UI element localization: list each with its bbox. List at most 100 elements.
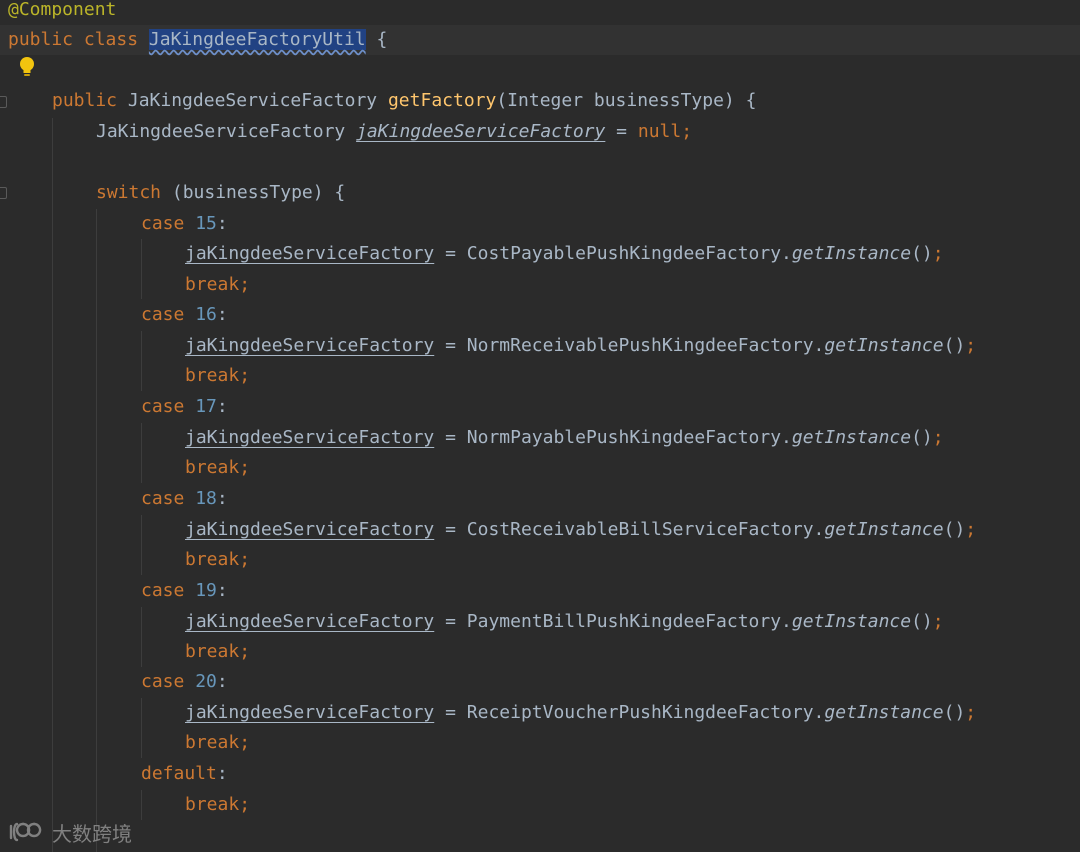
keyword: break (185, 549, 240, 570)
keyword: case (141, 396, 185, 417)
keyword: class (83, 29, 139, 50)
keyword: break (185, 365, 240, 386)
method-call: getInstance (824, 702, 944, 723)
colon: : (216, 213, 228, 234)
colon: : (216, 763, 228, 784)
code-line[interactable]: case 15: (0, 209, 1080, 239)
field-name: jaKingdeeServiceFactory (185, 702, 435, 723)
code-line[interactable]: jaKingdeeServiceFactory = NormPayablePus… (0, 423, 1080, 453)
switch-expr: (businessType) { (161, 182, 346, 203)
field-name: jaKingdeeServiceFactory (185, 519, 435, 540)
return-type: JaKingdeeServiceFactory (127, 90, 378, 111)
semicolon: ; (932, 243, 944, 264)
field-name: jaKingdeeServiceFactory (185, 611, 435, 632)
code-line[interactable]: case 18: (0, 484, 1080, 514)
code-line[interactable]: break; (0, 453, 1080, 483)
number-literal: 19 (195, 580, 217, 601)
colon: : (216, 396, 228, 417)
keyword: public (8, 29, 74, 50)
semicolon: ; (965, 335, 977, 356)
keyword: default (141, 763, 217, 784)
type-name: JaKingdeeServiceFactory (96, 121, 346, 142)
code-line[interactable]: break; (0, 790, 1080, 820)
code-line[interactable]: break; (0, 270, 1080, 300)
code-line[interactable]: case 20: (0, 667, 1080, 697)
class-ref: NormPayablePushKingdeeFactory. (466, 427, 792, 448)
semicolon: ; (932, 611, 944, 632)
code-line[interactable]: case 19: (0, 576, 1080, 606)
keyword: case (141, 580, 185, 601)
parens: () (943, 519, 966, 540)
code-line[interactable]: jaKingdeeServiceFactory = CostPayablePus… (0, 239, 1080, 269)
class-ref: ReceiptVoucherPushKingdeeFactory. (466, 702, 825, 723)
watermark-text: 大数跨境 (52, 821, 132, 846)
code-line[interactable]: @Component (8, 0, 1080, 25)
class-name-selection[interactable]: JaKingdeeFactoryUtil (148, 29, 366, 50)
keyword: break (185, 732, 240, 753)
class-ref: PaymentBillPushKingdeeFactory. (466, 611, 792, 632)
keyword: null (637, 121, 682, 142)
number-literal: 20 (195, 671, 217, 692)
operator: = (434, 611, 467, 632)
operator: = (434, 335, 467, 356)
code-line[interactable]: break; (0, 361, 1080, 391)
brace: { (365, 29, 388, 50)
code-line[interactable]: jaKingdeeServiceFactory = NormReceivable… (0, 331, 1080, 361)
semicolon: ; (239, 794, 251, 815)
semicolon: ; (239, 274, 251, 295)
number-literal: 15 (195, 213, 217, 234)
colon: : (216, 580, 228, 601)
code-line[interactable]: break; (0, 728, 1080, 758)
logo-icon (9, 822, 42, 842)
class-ref: NormReceivablePushKingdeeFactory. (466, 335, 825, 356)
code-line[interactable]: break; (0, 545, 1080, 575)
code-line[interactable]: jaKingdeeServiceFactory = ReceiptVoucher… (0, 698, 1080, 728)
code-line[interactable]: jaKingdeeServiceFactory = PaymentBillPus… (0, 607, 1080, 637)
parens: () (911, 611, 933, 632)
operator: = (434, 243, 467, 264)
keyword: break (185, 274, 240, 295)
field-name: jaKingdeeServiceFactory (185, 335, 435, 356)
keyword: case (141, 488, 185, 509)
code-line[interactable]: public JaKingdeeServiceFactory getFactor… (0, 86, 1080, 116)
code-line[interactable]: JaKingdeeServiceFactory jaKingdeeService… (0, 117, 1080, 147)
parens: () (911, 427, 933, 448)
semicolon: ; (239, 365, 251, 386)
field-name: jaKingdeeServiceFactory (185, 427, 435, 448)
parens: () (911, 243, 933, 264)
method-call: getInstance (824, 519, 944, 540)
keyword: case (141, 213, 185, 234)
lightbulb-icon[interactable] (18, 56, 36, 78)
keyword: break (185, 794, 240, 815)
colon: : (216, 671, 228, 692)
code-line[interactable]: break; (0, 637, 1080, 667)
method-call: getInstance (791, 611, 912, 632)
params: (Integer businessType) { (496, 90, 757, 111)
operator: = (434, 519, 467, 540)
code-line[interactable]: jaKingdeeServiceFactory = CostReceivable… (0, 515, 1080, 545)
semicolon: ; (965, 519, 977, 540)
number-literal: 16 (195, 304, 217, 325)
code-editor[interactable]: @Component public class JaKingdeeFactory… (0, 0, 1080, 852)
field-name: jaKingdeeServiceFactory (356, 121, 606, 142)
code-line[interactable]: switch (businessType) { (0, 178, 1080, 208)
keyword: case (141, 304, 185, 325)
operator: = (434, 702, 467, 723)
number-literal: 18 (195, 488, 217, 509)
watermark: 大数跨境 (8, 815, 132, 849)
method-name: getFactory (387, 90, 497, 111)
class-ref: CostPayablePushKingdeeFactory. (466, 243, 792, 264)
method-call: getInstance (791, 243, 912, 264)
code-line-current[interactable]: public class JaKingdeeFactoryUtil { (0, 25, 1080, 55)
code-line[interactable]: case 17: (0, 392, 1080, 422)
number-literal: 17 (195, 396, 217, 417)
semicolon: ; (932, 427, 944, 448)
semicolon: ; (239, 457, 251, 478)
keyword: break (185, 457, 240, 478)
class-ref: CostReceivableBillServiceFactory. (466, 519, 825, 540)
code-line[interactable]: default: (0, 759, 1080, 789)
annotation: @Component (8, 0, 117, 20)
code-line[interactable]: case 16: (0, 300, 1080, 330)
colon: : (216, 488, 228, 509)
method-call: getInstance (791, 427, 912, 448)
